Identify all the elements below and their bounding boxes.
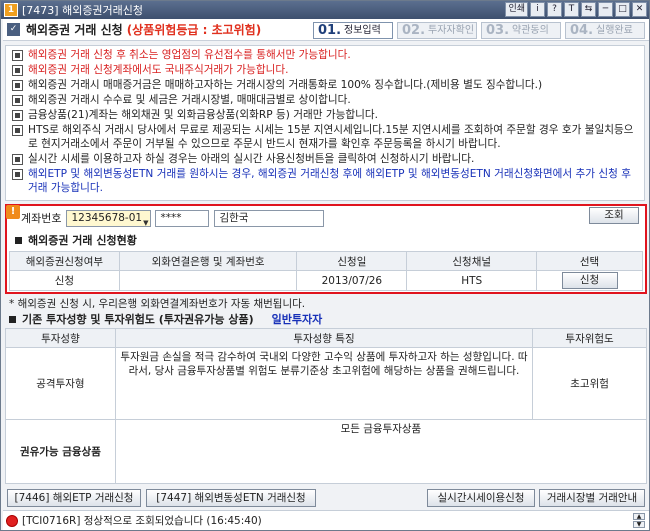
step-info-input: 01. 정보입력 (313, 22, 393, 39)
etp-apply-button[interactable]: [7446] 해외ETP 거래신청 (7, 489, 141, 507)
status-table: 해외증권신청여부 외화연결은행 및 계좌번호 신청일 신청채널 선택 신청 20… (9, 251, 643, 291)
stop-icon (6, 514, 18, 527)
table-header-row: 해외증권신청여부 외화연결은행 및 계좌번호 신청일 신청채널 선택 (9, 251, 643, 271)
status-message: [TCI0716R] 정상적으로 조회되었습니다 (16:45:40) (22, 515, 262, 527)
status-bar: [TCI0716R] 정상적으로 조회되었습니다 (16:45:40) ▲ ▼ (3, 510, 649, 530)
auto-account-note: * 해외증권 신청 시, 우리은행 외화연결계좌번호가 자동 채번됩니다. (9, 298, 306, 310)
bottom-button-bar: [7446] 해외ETP 거래신청 [7447] 해외변동성ETN 거래신청 실… (5, 489, 647, 508)
square-bullet-icon (15, 236, 22, 244)
square-bullet-icon (9, 315, 16, 323)
close-button[interactable]: ✕ (632, 2, 647, 17)
title-bar: 1 [7473] 해외증권거래신청 인쇄 i ? T ⇆ ─ □ ✕ (1, 1, 649, 19)
notice-item: 해외증권 거래 신청계좌에서도 국내주식거래가 가능합니다. (12, 63, 638, 77)
notice-item: HTS로 해외주식 거래시 당사에서 무료로 제공되는 시세는 15분 지연시세… (12, 123, 638, 151)
info-button[interactable]: i (530, 2, 545, 17)
col-risk: 투자위험도 (532, 328, 647, 348)
status-scroll[interactable]: ▲ ▼ (633, 513, 645, 528)
step-complete: 04. 실행완료 (565, 22, 645, 39)
notice-item: 해외증권 거래시 수수료 및 세금은 거래시장별, 매매대금별로 상이합니다. (12, 93, 638, 107)
cell-profile: 공격투자형 (5, 347, 116, 420)
cell-applied: 신청 (9, 270, 120, 291)
investor-section-title: 기존 투자성향 및 투자위험도 (투자권유가능 상품) 일반투자자 (1, 311, 322, 327)
col-profile: 투자성향 (5, 328, 116, 348)
window-title: [7473] 해외증권거래신청 (22, 4, 144, 17)
bullet-icon (12, 95, 23, 106)
title-toolbar: 인쇄 i ? T ⇆ ─ □ ✕ (505, 2, 647, 17)
status-section-title: 해외증권 거래 신청현황 (7, 232, 137, 248)
col-profile-desc: 투자성향 특징 (114, 328, 534, 348)
table-row: 신청 2013/07/26 HTS 신청 (9, 270, 643, 291)
account-select[interactable]: 12345678-01 ▼ (66, 209, 152, 227)
risk-grade: (상품위험등급 : 초고위험) (126, 23, 262, 37)
bullet-icon (12, 154, 23, 165)
account-label: 계좌번호 (21, 212, 62, 225)
notice-item: 해외증권 거래시 매매증거금은 매매하고자하는 거래시장의 거래통화로 100%… (12, 78, 638, 92)
font-button[interactable]: T (564, 2, 579, 17)
apply-button[interactable]: 신청 (561, 272, 618, 289)
account-holder-name: 김한국 (214, 209, 325, 227)
checkbox-icon: ✓ (7, 23, 20, 36)
print-button[interactable]: 인쇄 (505, 2, 528, 17)
cell-eligible-label: 권유가능 금융상품 (5, 419, 116, 484)
notice-item: 금융상품(21)계좌는 해외채권 및 외화금융상품(외화RP 등) 거래만 가능… (12, 108, 638, 122)
application-panel: ! 계좌번호 12345678-01 ▼ **** 김한국 조회 해외증권 거래… (5, 204, 647, 294)
password-field[interactable]: **** (155, 209, 210, 227)
step-indicator: 01. 정보입력 02. 투자자확인 03. 약관동의 04. 실행완료 (313, 22, 645, 39)
chevron-down-icon: ▼ (143, 218, 149, 227)
step-terms-agree: 03. 약관동의 (481, 22, 561, 39)
table-row: 공격투자형 투자원금 손실을 적극 감수하여 국내외 다양한 고수익 상품에 투… (5, 347, 647, 420)
maximize-button[interactable]: □ (615, 2, 630, 17)
query-button[interactable]: 조회 (589, 207, 639, 224)
bullet-icon (12, 80, 23, 91)
minimize-button[interactable]: ─ (598, 2, 613, 17)
cell-eligible-products: 모든 금융투자상품 (114, 419, 648, 484)
notice-item: 해외증권 거래 신청 후 취소는 영업점의 유선접수를 통해서만 가능합니다. (12, 48, 638, 62)
bullet-icon (12, 50, 23, 61)
table-row: 권유가능 금융상품 모든 금융투자상품 (5, 419, 648, 484)
cell-profile-desc: 투자원금 손실을 적극 감수하여 국내외 다양한 고수익 상품에 투자하고자 하… (114, 347, 534, 420)
table-header-row: 투자성향 투자성향 특징 투자위험도 (5, 328, 647, 348)
cell-select: 신청 (536, 270, 643, 291)
bullet-icon (12, 125, 23, 136)
chevron-up-icon[interactable]: ▲ (633, 513, 645, 520)
etn-apply-button[interactable]: [7447] 해외변동성ETN 거래신청 (146, 489, 316, 507)
col-date: 신청일 (296, 251, 408, 271)
notice-item: 실시간 시세를 이용하고자 하실 경우는 아래의 실시간 사용신청버튼을 클릭하… (12, 152, 638, 166)
investor-type: 일반투자자 (271, 313, 323, 326)
page-title: 해외증권 거래 신청 (26, 23, 123, 37)
account-row: 계좌번호 12345678-01 ▼ **** 김한국 (7, 208, 645, 228)
cell-date: 2013/07/26 (296, 270, 408, 291)
bullet-icon (12, 65, 23, 76)
cell-channel: HTS (406, 270, 538, 291)
col-select: 선택 (536, 251, 643, 271)
app-icon: 1 (4, 3, 18, 17)
col-applied: 해외증권신청여부 (9, 251, 120, 271)
cell-risk: 초고위험 (532, 347, 647, 420)
investor-table: 투자성향 투자성향 특징 투자위험도 공격투자형 투자원금 손실을 적극 감수하… (5, 328, 648, 484)
page-header: ✓ 해외증권 거래 신청 (상품위험등급 : 초고위험) 01. 정보입력 02… (3, 19, 649, 41)
main-window: 1 [7473] 해외증권거래신청 인쇄 i ? T ⇆ ─ □ ✕ ✓ 해외증… (0, 0, 650, 531)
col-channel: 신청채널 (406, 251, 538, 271)
col-bank-account: 외화연결은행 및 계좌번호 (118, 251, 298, 271)
market-guide-button[interactable]: 거래시장별 거래안내 (539, 489, 645, 507)
notice-list: 해외증권 거래 신청 후 취소는 영업점의 유선접수를 통해서만 가능합니다. … (5, 45, 645, 201)
step-investor-check: 02. 투자자확인 (397, 22, 477, 39)
realtime-quote-button[interactable]: 실시간시세이용신청 (427, 489, 535, 507)
link-button[interactable]: ⇆ (581, 2, 596, 17)
help-button[interactable]: ? (547, 2, 562, 17)
bullet-icon (12, 110, 23, 121)
cell-bank-account (118, 270, 298, 291)
notice-item: 해외ETP 및 해외변동성ETN 거래를 원하시는 경우, 해외증권 거래신청 … (12, 167, 638, 195)
bullet-icon (12, 169, 23, 180)
chevron-down-icon[interactable]: ▼ (633, 521, 645, 528)
